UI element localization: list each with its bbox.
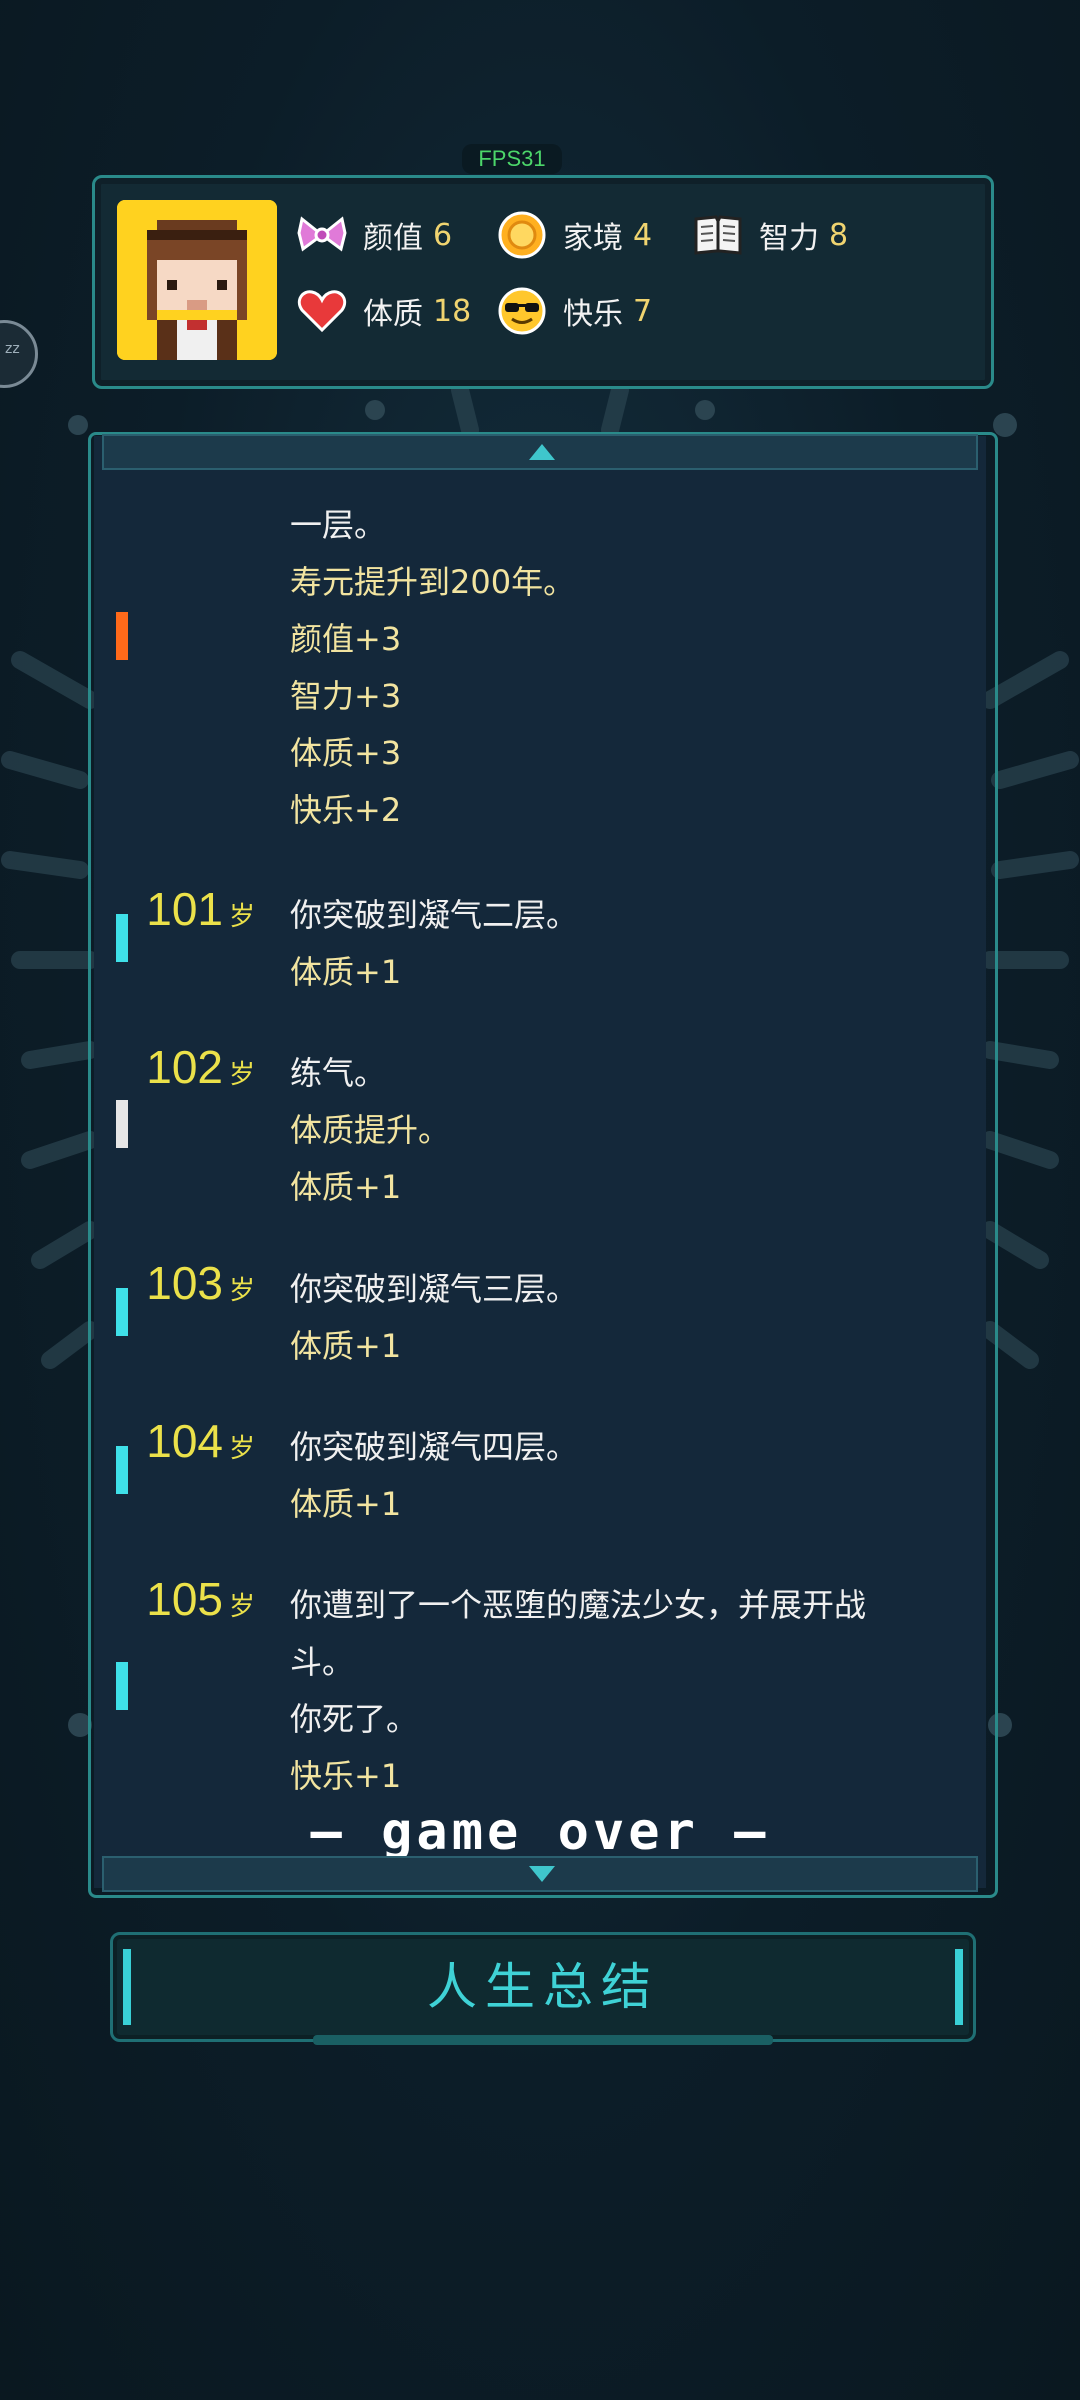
- log-line: 寿元提升到200年。: [290, 563, 576, 601]
- age-number: 104: [146, 1415, 223, 1467]
- stat-value: 6: [433, 217, 453, 253]
- age-suffix: 岁: [228, 1592, 255, 1622]
- attribute-panel: 颜值 6 家境 4 智力 8 体质 18 快乐 7: [92, 175, 994, 389]
- life-summary-button[interactable]: 人生总结: [110, 1932, 976, 2045]
- age-number: 101: [146, 883, 223, 935]
- log-line: 你突破到凝气三层。: [290, 1270, 579, 1308]
- scroll-down-button[interactable]: [102, 1856, 978, 1892]
- game-over-label: — game over —: [310, 1802, 770, 1862]
- log-marker: [116, 1446, 128, 1494]
- arrow-down-icon: [529, 1866, 555, 1882]
- stat-label: 体质: [363, 297, 423, 332]
- age-suffix: 岁: [228, 1060, 255, 1090]
- fps-counter: FPS31: [462, 144, 562, 174]
- stat-value: 8: [829, 217, 849, 253]
- log-line: 颜值+3: [290, 620, 402, 658]
- stat-value: 18: [433, 293, 472, 329]
- log-line: 体质+1: [290, 1485, 402, 1523]
- log-marker: [116, 1100, 128, 1148]
- stat-happiness: 快乐 7: [495, 284, 652, 338]
- arrow-up-icon: [529, 444, 555, 460]
- log-line: 你死了。: [290, 1700, 419, 1738]
- coin-icon: [495, 208, 549, 262]
- life-log[interactable]: [94, 436, 986, 1888]
- log-line: 体质+1: [290, 1327, 402, 1365]
- stat-intelligence: 智力 8: [691, 208, 848, 262]
- stat-label: 家境: [563, 221, 623, 256]
- log-line: 斗。: [290, 1643, 355, 1681]
- log-line: 体质+3: [290, 734, 402, 772]
- age-number: 102: [146, 1041, 223, 1093]
- log-line: 体质+1: [290, 1168, 402, 1206]
- log-line: 快乐+1: [290, 1757, 402, 1795]
- entry-age: 102 岁: [100, 1040, 255, 1094]
- stat-value: 7: [633, 293, 653, 329]
- log-line: 智力+3: [290, 677, 402, 715]
- life-summary-label: 人生总结: [427, 1958, 659, 2016]
- avatar: [117, 200, 277, 360]
- sunglasses-icon: [495, 284, 549, 338]
- log-line: 你突破到凝气四层。: [290, 1428, 579, 1466]
- stat-constitution: 体质 18: [295, 284, 471, 338]
- log-line: 快乐+2: [290, 791, 402, 829]
- stat-appearance: 颜值 6: [295, 208, 452, 262]
- log-marker: [116, 914, 128, 962]
- log-line: 你遭到了一个恶堕的魔法少女，并展开战: [290, 1586, 867, 1624]
- log-line: 练气。: [290, 1054, 387, 1092]
- log-line: 你突破到凝气二层。: [290, 896, 579, 934]
- stat-label: 颜值: [363, 221, 423, 256]
- age-number: 103: [146, 1257, 223, 1309]
- log-marker: [116, 612, 128, 660]
- button-base: [313, 2035, 773, 2045]
- stat-value: 4: [633, 217, 653, 253]
- log-line: 一层。: [290, 506, 387, 544]
- log-marker: [116, 1662, 128, 1710]
- age-suffix: 岁: [228, 1434, 255, 1464]
- age-number: 105: [146, 1573, 223, 1625]
- stat-label: 智力: [759, 221, 819, 256]
- stat-label: 快乐: [563, 297, 623, 332]
- log-line: 体质提升。: [290, 1111, 451, 1149]
- stat-family: 家境 4: [495, 208, 652, 262]
- age-suffix: 岁: [228, 902, 255, 932]
- scroll-up-button[interactable]: [102, 434, 978, 470]
- age-suffix: 岁: [228, 1276, 255, 1306]
- bow-icon: [295, 208, 349, 262]
- heart-icon: [295, 284, 349, 338]
- log-marker: [116, 1288, 128, 1336]
- entry-age: 105 岁: [100, 1572, 255, 1626]
- log-line: 体质+1: [290, 953, 402, 991]
- book-icon: [691, 208, 745, 262]
